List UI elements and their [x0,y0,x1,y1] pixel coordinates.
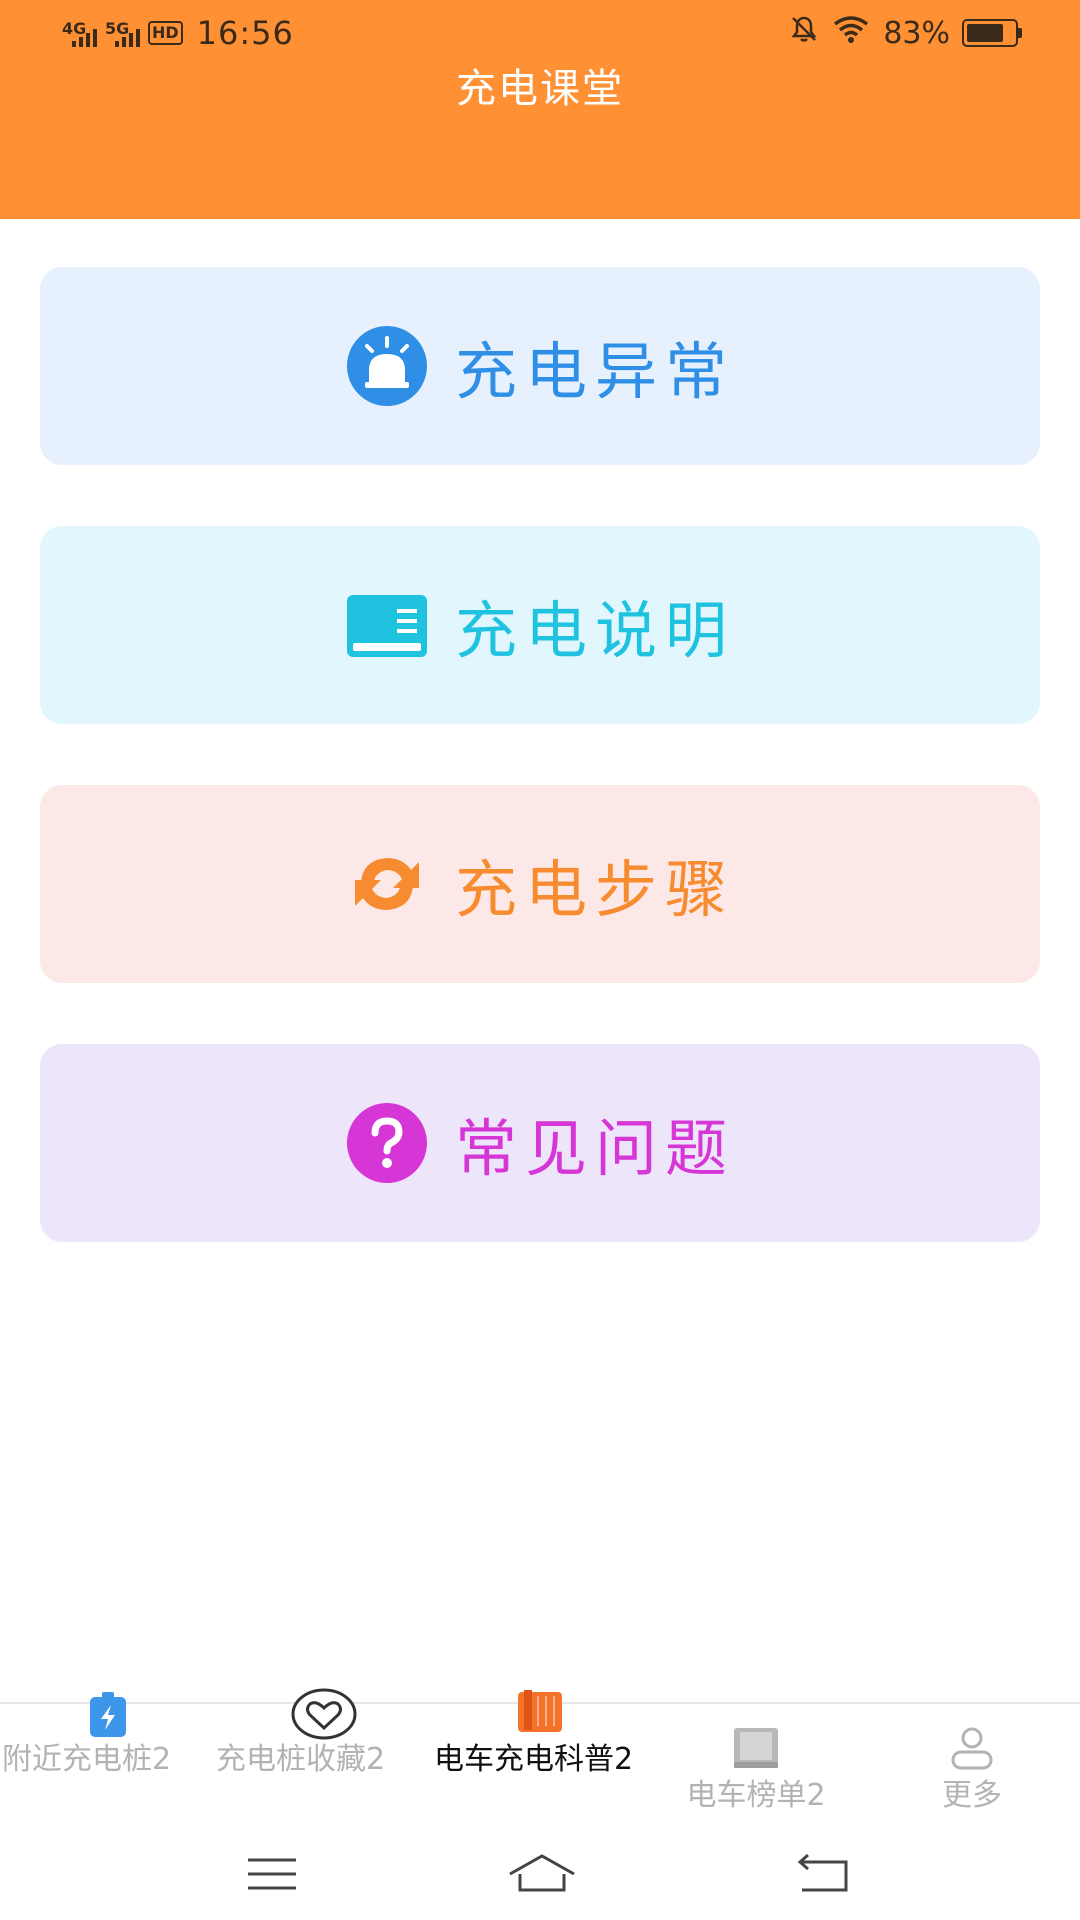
tab-label: 电车充电科普2 [434,1742,634,1777]
page-title: 充电课堂 [456,66,624,112]
hd-voice-badge: HD [148,21,183,45]
heart-icon [291,1688,357,1748]
tab-nearby-chargers[interactable]: 附近充电桩2 [0,1692,216,1834]
ranking-book-icon [732,1726,780,1778]
tab-label: 电车榜单2 [686,1778,826,1813]
signal-4g-icon: 4G [62,19,97,47]
mute-bell-icon [789,14,819,52]
battery-percent: 83% [883,15,950,51]
charging-battery-icon [88,1692,128,1746]
book-stack-icon [516,1688,564,1742]
card-label: 充电异常 [454,335,735,408]
status-right: 83% [789,14,1022,52]
status-left: 4G 5G HD 16:56 [62,14,294,52]
status-time: 16:56 [196,14,294,52]
card-faq[interactable]: 常见问题 [40,1044,1040,1242]
tab-favorite-chargers[interactable]: 充电桩收藏2 [216,1688,432,1834]
refresh-icon [345,842,429,926]
app-header: 4G 5G HD 16:56 83% 充电课堂 [0,0,1080,219]
card-label: 充电说明 [454,594,735,667]
card-label: 常见问题 [454,1112,735,1185]
tab-label: 充电桩收藏2 [216,1742,386,1777]
tab-label: 附近充电桩2 [2,1742,172,1777]
card-charging-abnormal[interactable]: 充电异常 [40,267,1040,465]
wifi-icon [831,14,871,52]
tab-more[interactable]: 更多 [864,1704,1080,1834]
card-charging-instructions[interactable]: 充电说明 [40,526,1040,724]
bottom-tab-bar: 附近充电桩2 充电桩收藏2 电车充电科普2 电车榜单2 更多 [0,1688,1080,1834]
question-icon [345,1101,429,1185]
back-icon[interactable] [796,1853,850,1898]
user-icon [949,1726,995,1778]
system-nav-bar [0,1832,1080,1920]
alarm-icon [345,324,429,408]
tab-label: 更多 [942,1778,1002,1813]
battery-icon [962,19,1022,47]
card-charging-steps[interactable]: 充电步骤 [40,785,1040,983]
menu-icon[interactable] [246,1856,298,1896]
book-icon [345,583,429,667]
home-icon[interactable] [506,1852,578,1898]
card-label: 充电步骤 [454,853,735,926]
tab-ev-ranking[interactable]: 电车榜单2 [648,1704,864,1834]
tab-ev-charging-science[interactable]: 电车充电科普2 [432,1690,648,1834]
signal-5g-icon: 5G [105,19,140,47]
